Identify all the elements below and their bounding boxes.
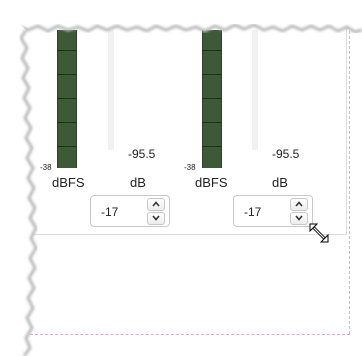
meter-track: [108, 30, 114, 150]
spinner-down-button[interactable]: [147, 212, 165, 225]
spinner-value[interactable]: -17: [101, 205, 118, 219]
gain-spinner[interactable]: -17: [90, 195, 170, 227]
meter-segment: [58, 74, 76, 75]
spinner-up-button[interactable]: [147, 198, 165, 211]
meter-value: -95.5: [272, 147, 300, 161]
spinner-up-button[interactable]: [290, 198, 308, 211]
meter-value: -95.5: [128, 147, 156, 161]
gain-spinner[interactable]: -17: [233, 195, 313, 227]
meter-min-label: -38: [40, 163, 52, 172]
level-meter-bar: [202, 30, 222, 168]
level-meter-bar: [57, 30, 77, 168]
spinner-value[interactable]: -17: [244, 205, 261, 219]
screenshot-stage: -38 -95.5 dBFS dB -17 -38 -95.5 dBFS dB …: [0, 0, 362, 356]
meter-segment: [203, 122, 221, 123]
meter-segment: [203, 74, 221, 75]
meter-min-label: -38: [184, 163, 196, 172]
page-edge-right: [349, 16, 350, 334]
meter-segment: [203, 146, 221, 147]
meter-segment: [58, 122, 76, 123]
unit-label-db: dB: [130, 175, 146, 190]
meter-segment: [203, 50, 221, 51]
chevron-up-icon: [152, 201, 160, 207]
unit-label-dbfs: dBFS: [195, 175, 228, 190]
resize-diagonal-icon[interactable]: [308, 222, 330, 244]
meter-track: [252, 30, 258, 150]
meter-segment: [58, 50, 76, 51]
meter-segment: [203, 98, 221, 99]
meter-segment: [58, 98, 76, 99]
unit-label-db: dB: [272, 175, 288, 190]
page-edge-bottom: [30, 334, 350, 335]
chevron-up-icon: [295, 201, 303, 207]
chevron-down-icon: [295, 215, 303, 221]
unit-label-dbfs: dBFS: [52, 175, 85, 190]
chevron-down-icon: [152, 215, 160, 221]
meter-segment: [58, 146, 76, 147]
spinner-down-button[interactable]: [290, 212, 308, 225]
